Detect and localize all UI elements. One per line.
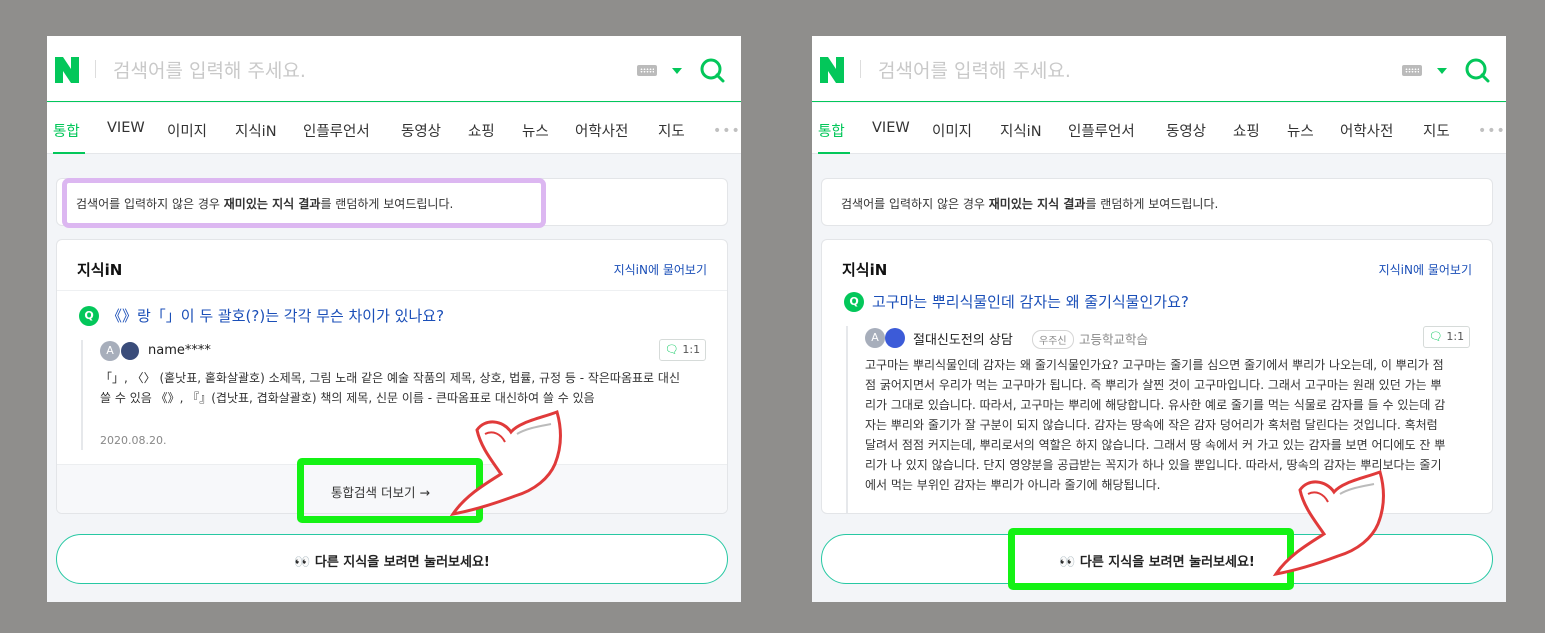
more-tabs-icon[interactable]: ••• xyxy=(1478,123,1506,139)
pointing-hand-icon xyxy=(449,410,562,517)
answer-text[interactable]: 「」, 〈〉 (홑낫표, 홑화살괄호) 소제목, 그림 노래 같은 예술 작품의… xyxy=(100,368,694,408)
other-knowledge-highlight xyxy=(1008,528,1294,590)
active-tab-indicator xyxy=(818,152,850,154)
tab-shopping[interactable]: 쇼핑 xyxy=(1233,120,1260,141)
tab-kin[interactable]: 지식iN xyxy=(235,120,277,141)
caret-down-icon[interactable] xyxy=(672,68,682,74)
tab-image[interactable]: 이미지 xyxy=(167,120,207,141)
avatar: A xyxy=(100,341,120,361)
card-title: 지식iN xyxy=(842,261,888,279)
question-title[interactable]: 《》랑「」이 두 괄호(?)는 각각 무슨 차이가 있나요? xyxy=(107,305,444,326)
answer-category[interactable]: 고등학교학습 xyxy=(1079,329,1148,348)
notice-bold-text: 재미있는 지식 결과 xyxy=(988,197,1086,211)
tab-video[interactable]: 동영상 xyxy=(1166,120,1206,141)
chat-label: 1:1 xyxy=(1446,330,1465,343)
question-icon: Q xyxy=(79,306,99,326)
notice-text-end: 를 랜덤하게 보여드립니다. xyxy=(1085,197,1219,211)
tab-influencer[interactable]: 인플루언서 xyxy=(1068,120,1135,141)
tab-map[interactable]: 지도 xyxy=(658,120,685,141)
notice-text: 검색어를 입력하지 않은 경우 xyxy=(841,197,989,211)
ask-kin-link[interactable]: 지식iN에 물어보기 xyxy=(1379,261,1472,278)
tab-integrated[interactable]: 통합 xyxy=(818,120,845,141)
tab-news[interactable]: 뉴스 xyxy=(522,120,549,141)
search-input[interactable]: 검색어를 입력해 주세요. xyxy=(878,56,1071,83)
tab-influencer[interactable]: 인플루언서 xyxy=(303,120,370,141)
chat-label: 1:1 xyxy=(682,343,701,356)
tab-dictionary[interactable]: 어학사전 xyxy=(575,120,628,141)
chat-badge[interactable]: 🗨 1:1 xyxy=(1423,326,1470,348)
tab-view[interactable]: VIEW xyxy=(107,120,145,136)
naver-logo[interactable] xyxy=(55,57,79,83)
avatar: A xyxy=(865,328,885,348)
answer-username[interactable]: name**** xyxy=(148,343,211,358)
answer-divider xyxy=(81,340,83,450)
naver-logo[interactable] xyxy=(820,57,844,83)
search-icon[interactable] xyxy=(1464,57,1490,83)
answer-divider xyxy=(846,326,848,513)
tab-dictionary[interactable]: 어학사전 xyxy=(1340,120,1393,141)
search-icon[interactable] xyxy=(699,57,725,83)
other-knowledge-label: 👀 다른 지식을 보려면 눌러보세요! xyxy=(294,555,490,570)
caret-down-icon[interactable] xyxy=(1437,68,1447,74)
answer-date: 2020.08.20. xyxy=(100,434,167,447)
question-title[interactable]: 고구마는 뿌리식물인데 감자는 왜 줄기식물인가요? xyxy=(872,291,1189,312)
notice-box: 검색어를 입력하지 않은 경우 재미있는 지식 결과를 랜덤하게 보여드립니다. xyxy=(821,178,1493,226)
search-separator xyxy=(95,60,96,78)
tab-shopping[interactable]: 쇼핑 xyxy=(468,120,495,141)
ask-kin-link[interactable]: 지식iN에 물어보기 xyxy=(614,261,707,278)
tab-view[interactable]: VIEW xyxy=(872,120,910,136)
rank-badge: 우주신 xyxy=(1032,330,1074,349)
pointing-hand-icon xyxy=(1272,470,1385,577)
search-bar: 검색어를 입력해 주세요. xyxy=(812,36,1506,102)
search-bar: 검색어를 입력해 주세요. xyxy=(47,36,741,102)
chat-icon: 🗨 xyxy=(1428,330,1443,343)
tab-news[interactable]: 뉴스 xyxy=(1287,120,1314,141)
other-knowledge-button[interactable]: 👀 다른 지식을 보려면 눌러보세요! xyxy=(56,534,728,584)
card-divider xyxy=(57,290,727,291)
tab-bar: 통합 VIEW 이미지 지식iN 인플루언서 동영상 쇼핑 뉴스 어학사전 지도… xyxy=(812,103,1506,154)
tab-map[interactable]: 지도 xyxy=(1423,120,1450,141)
more-tabs-icon[interactable]: ••• xyxy=(713,123,741,139)
search-separator xyxy=(860,60,861,78)
notice-highlight-box xyxy=(62,178,546,228)
chat-badge[interactable]: 🗨 1:1 xyxy=(659,339,706,361)
answer-username[interactable]: 절대신도전의 상담 xyxy=(913,329,1013,348)
tab-integrated[interactable]: 통합 xyxy=(53,120,80,141)
right-panel: 검색어를 입력해 주세요. 통합 VIEW 이미지 지식iN 인플루언서 동영상… xyxy=(812,36,1506,602)
tab-bar: 통합 VIEW 이미지 지식iN 인플루언서 동영상 쇼핑 뉴스 어학사전 지도… xyxy=(47,103,741,154)
card-title: 지식iN xyxy=(77,261,123,279)
tab-kin[interactable]: 지식iN xyxy=(1000,120,1042,141)
keyboard-icon[interactable] xyxy=(637,65,657,76)
left-panel: 검색어를 입력해 주세요. 통합 VIEW 이미지 지식iN 인플루언서 동영상… xyxy=(47,36,741,602)
avatar-image xyxy=(885,328,905,348)
tab-image[interactable]: 이미지 xyxy=(932,120,972,141)
search-input[interactable]: 검색어를 입력해 주세요. xyxy=(113,56,306,83)
tab-video[interactable]: 동영상 xyxy=(401,120,441,141)
active-tab-indicator xyxy=(53,152,85,154)
avatar-image xyxy=(120,341,140,361)
chat-icon: 🗨 xyxy=(664,343,679,356)
question-icon: Q xyxy=(844,292,864,312)
keyboard-icon[interactable] xyxy=(1402,65,1422,76)
